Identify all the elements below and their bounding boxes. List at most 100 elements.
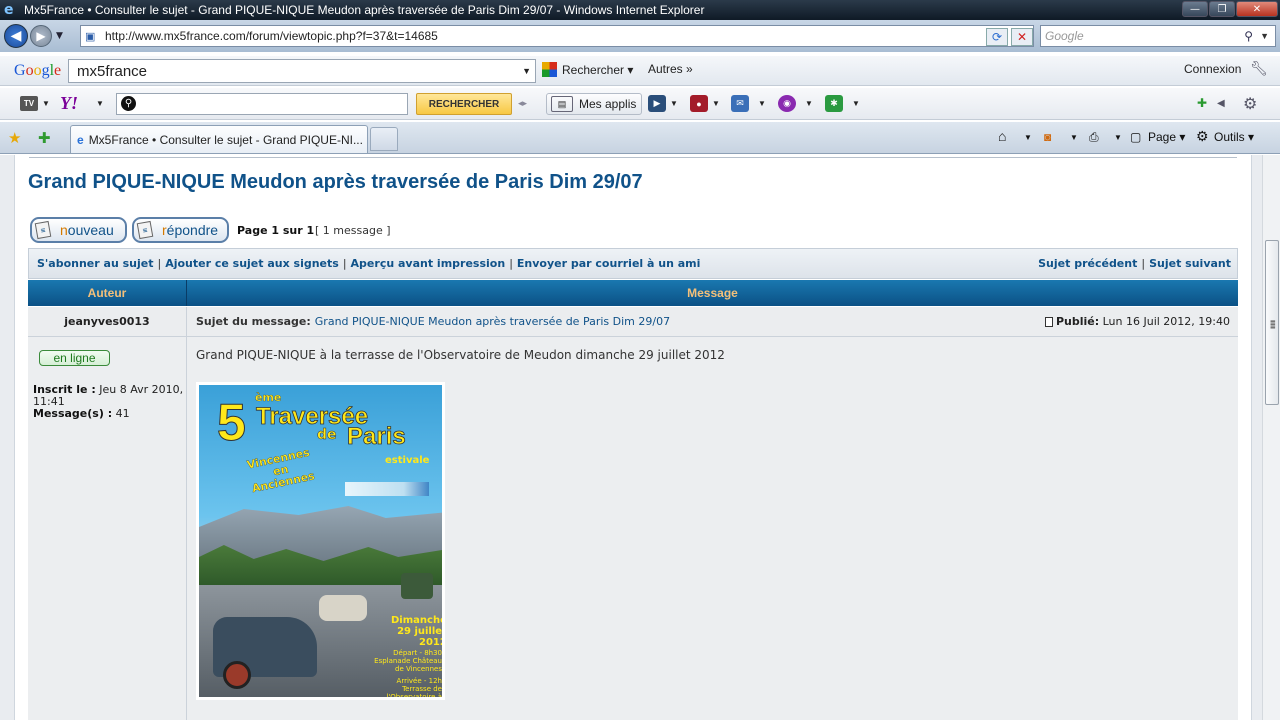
print-preview-link[interactable]: Aperçu avant impression [351, 257, 506, 270]
posts-table-header: Auteur Message [28, 280, 1238, 306]
tab-label: Mx5France • Consulter le sujet - Grand P… [88, 132, 363, 147]
google-signin-link[interactable]: Connexion [1184, 62, 1241, 76]
chevron-down-icon[interactable]: ▼ [758, 99, 766, 108]
document-icon: ≡ [34, 220, 52, 240]
poster-title-line2: de [317, 427, 337, 444]
previous-topic-link[interactable]: Sujet précédent [1038, 257, 1137, 270]
google-query: mx5france [77, 62, 148, 80]
rss-icon[interactable]: ◙ [1044, 130, 1051, 144]
ie-icon: e [77, 132, 84, 147]
browser-search-input[interactable]: Google ⚲ ▼ [1040, 25, 1276, 47]
post-body-row: en ligne Inscrit le : Jeu 8 Avr 2010, 11… [28, 337, 1238, 720]
bookmark-link[interactable]: Ajouter ce sujet aux signets [165, 257, 339, 270]
search-placeholder: Google [1045, 29, 1084, 43]
address-toolbar: ◀ ▶ ▼ ▣ http://www.mx5france.com/forum/v… [0, 20, 1280, 52]
topic-title[interactable]: Grand PIQUE-NIQUE Meudon après traversée… [28, 171, 643, 194]
poster-departure: Départ - 8h30 Esplanade Château de Vincen… [374, 649, 442, 673]
chevron-down-icon[interactable]: ▼ [96, 99, 104, 108]
topic-actions-bar: S'abonner au sujet | Ajouter ce sujet aux… [28, 248, 1238, 279]
flickr-icon[interactable]: ● [690, 95, 708, 112]
scrollbar-thumb[interactable]: ▬ ▬ ▬ [1265, 240, 1279, 405]
column-message: Message [687, 286, 738, 300]
post-subject-link[interactable]: Grand PIQUE-NIQUE Meudon après traversée… [315, 315, 670, 328]
tab-mx5france[interactable]: e Mx5France • Consulter le sujet - Grand… [70, 125, 368, 153]
chevron-down-icon[interactable]: ▼ [522, 66, 531, 76]
poster-arrival: Arrivée - 12h Terrasse de l'Observatoire … [386, 677, 442, 700]
post-content: Grand PIQUE-NIQUE à la terrasse de l'Obs… [187, 337, 1238, 720]
poster-blurred-area [345, 482, 429, 496]
page-icon: ▢ [1130, 130, 1142, 144]
vertical-scrollbar[interactable]: ▬ ▬ ▬ [1262, 155, 1280, 720]
tools-gear-icon: ⚙ [1196, 128, 1209, 144]
author-info: Inscrit le : Jeu 8 Avr 2010, 11:41 Messa… [33, 383, 184, 420]
poster-number: 5 [217, 394, 247, 453]
messenger-icon[interactable]: ◉ [778, 95, 796, 112]
chevron-down-icon[interactable]: ▼ [670, 99, 678, 108]
add-favorite-icon[interactable]: ✚ [38, 129, 51, 147]
page-info: Page 1 sur 1 [237, 224, 315, 237]
chevron-down-icon[interactable]: ▼ [1260, 31, 1269, 41]
post-icon[interactable] [1044, 316, 1053, 327]
add-icon[interactable]: ✚ [1197, 96, 1207, 110]
home-icon[interactable]: ⌂ [998, 128, 1006, 144]
games-icon[interactable]: ✱ [825, 95, 843, 112]
post-text: Grand PIQUE-NIQUE à la terrasse de l'Obs… [196, 348, 725, 362]
back-button[interactable]: ◀ [4, 24, 28, 48]
reply-button[interactable]: ≡ r épondre [132, 217, 229, 243]
yahoo-logo[interactable]: Y! [60, 93, 78, 114]
close-button[interactable]: ✕ [1236, 1, 1278, 17]
toolbar-separator-icon: ◂▸ [518, 98, 528, 108]
chevron-down-icon[interactable]: ▼ [42, 99, 50, 108]
tools-menu-button[interactable]: Outils ▾ [1214, 130, 1254, 144]
stop-icon[interactable]: ✕ [1011, 28, 1033, 46]
poster-car [319, 595, 367, 621]
author-profile: en ligne Inscrit le : Jeu 8 Avr 2010, 11… [28, 337, 187, 720]
tab-bar: ★ ✚ e Mx5France • Consulter le sujet - G… [0, 122, 1280, 154]
google-more-button[interactable]: Autres » [648, 62, 693, 76]
page-viewport: Grand PIQUE-NIQUE Meudon après traversée… [0, 155, 1262, 720]
wrench-icon[interactable]: 🔧︎ [1250, 60, 1268, 77]
chevron-down-icon[interactable]: ▼ [1114, 133, 1122, 142]
maximize-button[interactable]: ❐ [1209, 1, 1235, 17]
subscribe-link[interactable]: S'abonner au sujet [37, 257, 153, 270]
post-date: Publié: Lun 16 Juil 2012, 19:40 [1044, 315, 1230, 328]
google-icon [542, 62, 557, 77]
next-topic-link[interactable]: Sujet suivant [1149, 257, 1231, 270]
poster-car [401, 573, 433, 599]
print-icon[interactable]: ⎙ [1089, 130, 1099, 145]
email-friend-link[interactable]: Envoyer par courriel à un ami [517, 257, 701, 270]
google-search-button[interactable]: Rechercher ▾ [542, 62, 633, 77]
column-author: Auteur [28, 280, 187, 306]
new-topic-button[interactable]: ≡ n ouveau [30, 217, 127, 243]
forward-button[interactable]: ▶ [30, 25, 52, 47]
ie-icon: e [4, 2, 14, 18]
chevron-down-icon[interactable]: ▼ [1070, 133, 1078, 142]
yahoo-search-button[interactable]: RECHERCHER [416, 93, 512, 115]
new-tab-button[interactable] [370, 127, 398, 151]
refresh-icon[interactable]: ⟳ [986, 28, 1008, 46]
post-author[interactable]: jeanyves0013 [28, 307, 187, 336]
gear-icon[interactable]: ⚙ [1243, 94, 1257, 114]
yahoo-search-input[interactable]: ⚲ [116, 93, 408, 115]
mail-icon[interactable]: ✉ [731, 95, 749, 112]
chevron-down-icon[interactable]: ▼ [1024, 133, 1032, 142]
chevron-down-icon[interactable]: ▼ [712, 99, 720, 108]
google-search-input[interactable]: mx5france ▼ [68, 59, 536, 83]
tv-icon[interactable]: TV [20, 96, 38, 111]
window-title: Mx5France • Consulter le sujet - Grand P… [24, 3, 705, 17]
favorites-star-icon[interactable]: ★ [8, 129, 21, 147]
minimize-button[interactable]: — [1182, 1, 1208, 17]
poster-date: Dimanche 29 juillet 2012 [391, 615, 445, 648]
window-controls: — ❐ ✕ [1181, 1, 1278, 17]
address-input[interactable]: ▣ http://www.mx5france.com/forum/viewtop… [80, 25, 1034, 47]
chevron-down-icon[interactable]: ▼ [852, 99, 860, 108]
page-icon: ▣ [85, 30, 96, 43]
my-apps-button[interactable]: ▤ Mes applis [546, 93, 642, 115]
chevron-left-icon[interactable]: ◀ [1217, 98, 1225, 109]
video-icon[interactable]: ▶ [648, 95, 666, 112]
search-icon[interactable]: ⚲ [1244, 29, 1253, 43]
history-dropdown-icon[interactable]: ▼ [56, 31, 63, 41]
event-poster-image: 5 ème Traversée de Paris estivale Vincen… [196, 382, 445, 700]
page-menu-button[interactable]: Page ▾ [1148, 130, 1185, 144]
chevron-down-icon[interactable]: ▼ [805, 99, 813, 108]
